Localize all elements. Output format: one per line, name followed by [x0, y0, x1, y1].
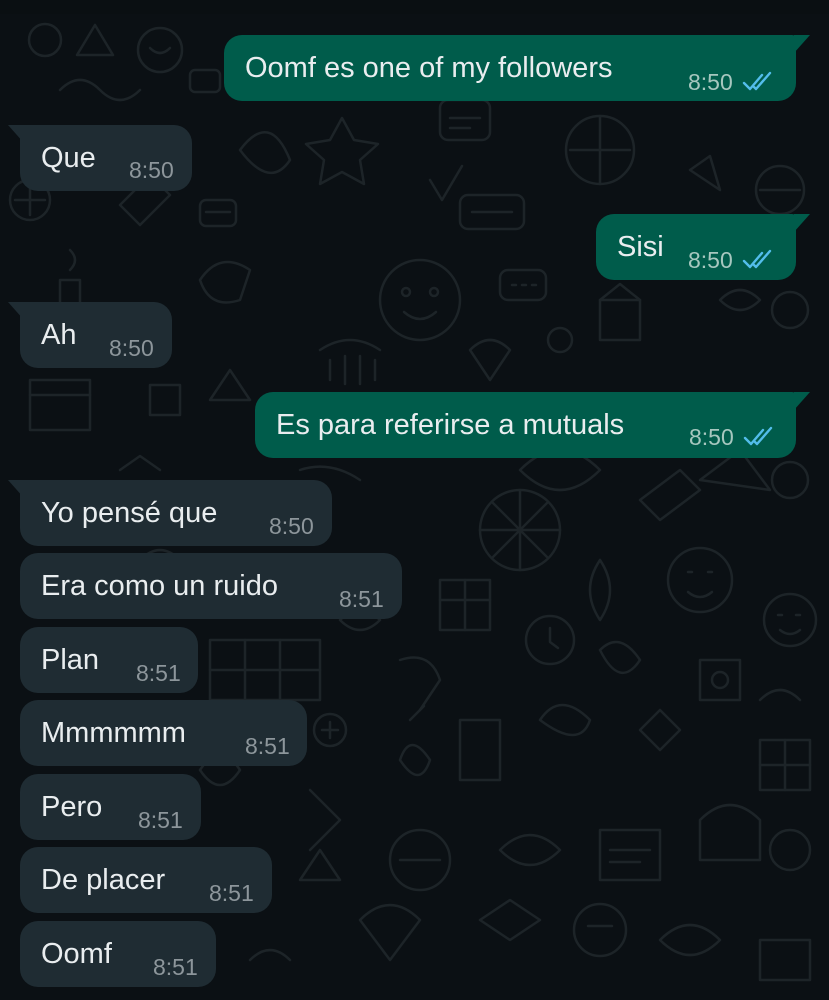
bubble-tail [8, 302, 24, 320]
outgoing-message[interactable]: Sisi 8:50 [596, 214, 810, 280]
incoming-message[interactable]: De placer 8:51 [20, 847, 272, 913]
message-text: Sisi [617, 231, 664, 263]
message-time: 8:50 [109, 335, 154, 361]
incoming-message[interactable]: Ah 8:50 [8, 302, 172, 368]
message-text: Era como un ruido [41, 570, 278, 602]
message-time: 8:50 [688, 69, 733, 95]
chat-area[interactable]: Oomf es one of my followers 8:50 Que 8:5… [0, 0, 829, 1000]
message-text: Yo pensé que [41, 497, 218, 529]
double-check-icon [743, 426, 773, 446]
incoming-message[interactable]: Que 8:50 [8, 125, 192, 191]
message-time: 8:51 [209, 880, 254, 906]
message-text: Pero [41, 791, 103, 823]
message-time: 8:50 [688, 247, 733, 273]
bubble-tail [8, 125, 24, 143]
message-text: Oomf es one of my followers [245, 52, 613, 84]
message-text: Mmmmmm [41, 717, 186, 749]
top-divider [0, 0, 829, 14]
incoming-message[interactable]: Pero 8:51 [20, 774, 201, 840]
message-text: Ah [41, 319, 77, 351]
bubble-tail [794, 214, 810, 232]
message-time: 8:50 [129, 157, 174, 183]
message-text: De placer [41, 864, 166, 896]
bubble-tail [794, 392, 810, 410]
message-time: 8:51 [339, 586, 384, 612]
incoming-message[interactable]: Yo pensé que 8:50 [8, 480, 332, 546]
incoming-message[interactable]: Era como un ruido 8:51 [20, 553, 402, 619]
bubble-tail [8, 480, 24, 498]
double-check-icon [742, 249, 772, 269]
incoming-message[interactable]: Plan 8:51 [20, 627, 198, 693]
message-time: 8:51 [153, 954, 198, 980]
message-time: 8:51 [136, 660, 181, 686]
incoming-message[interactable]: Oomf 8:51 [20, 921, 216, 987]
message-text: Que [41, 142, 96, 174]
message-time: 8:51 [138, 807, 183, 833]
message-time: 8:51 [245, 733, 290, 759]
message-time: 8:50 [689, 424, 734, 450]
bubble-tail [794, 35, 810, 53]
message-time: 8:50 [269, 513, 314, 539]
message-text: Plan [41, 644, 100, 676]
outgoing-message[interactable]: Es para referirse a mutuals 8:50 [255, 392, 810, 458]
message-text: Es para referirse a mutuals [276, 409, 625, 441]
double-check-icon [742, 71, 772, 91]
outgoing-message[interactable]: Oomf es one of my followers 8:50 [224, 35, 810, 101]
incoming-message[interactable]: Mmmmmm 8:51 [20, 700, 307, 766]
message-text: Oomf [41, 938, 112, 970]
